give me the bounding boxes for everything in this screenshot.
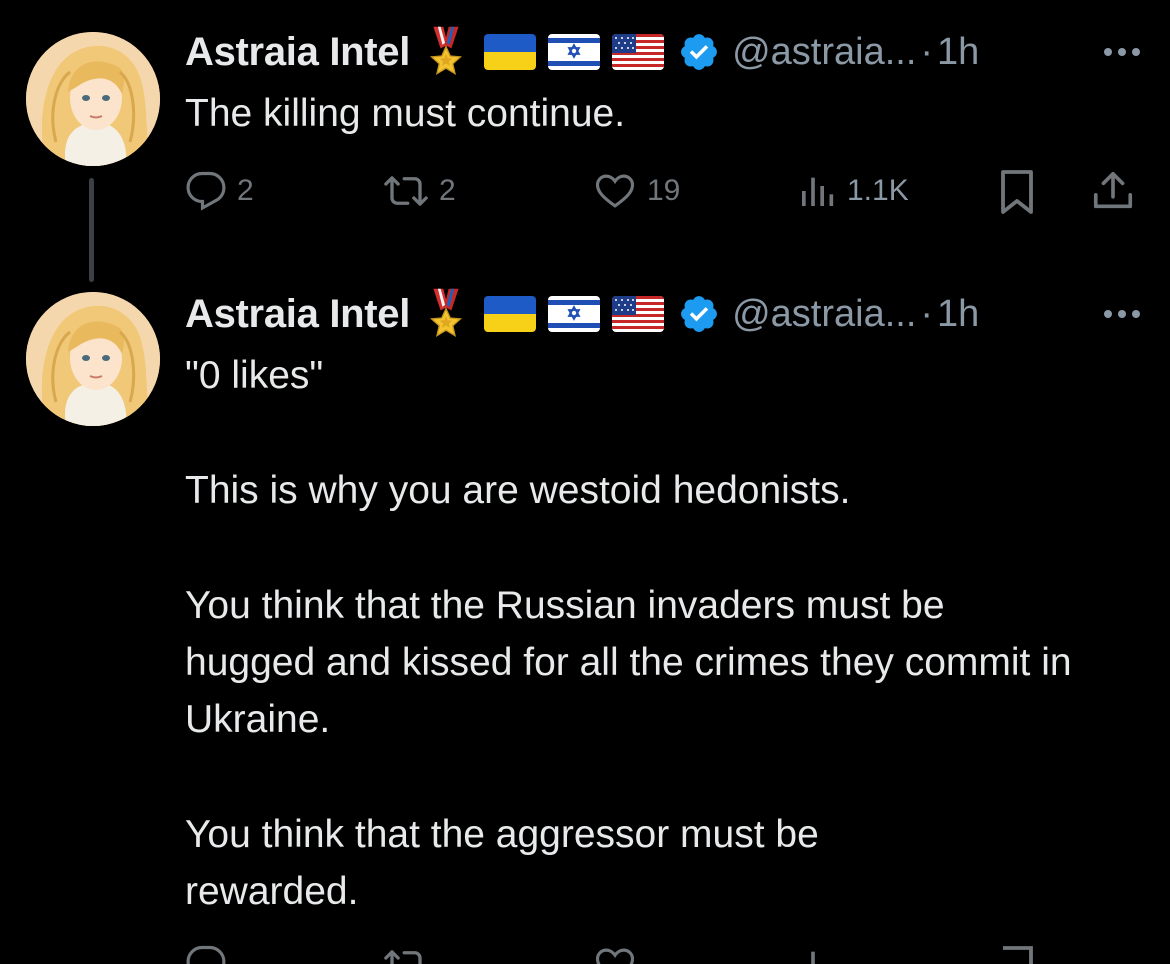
timestamp[interactable]: 1h xyxy=(937,293,979,336)
tweet-paragraph: "0 likes" xyxy=(185,354,324,397)
israel-flag-icon xyxy=(548,296,600,332)
tweet-text: The killing must continue. xyxy=(185,85,1135,142)
separator: · xyxy=(920,292,934,335)
more-options-icon[interactable] xyxy=(1104,24,1140,80)
bookmark-button[interactable] xyxy=(997,168,1037,216)
display-name[interactable]: Astraia Intel xyxy=(185,292,410,337)
action-bar: 2 2 19 1.1K xyxy=(185,162,1140,222)
repost-count: 2 xyxy=(439,174,456,207)
views-icon xyxy=(802,177,834,206)
medal-icon xyxy=(428,26,464,78)
display-name[interactable]: Astraia Intel xyxy=(185,30,410,75)
repost-button[interactable]: 2 xyxy=(383,170,456,212)
like-count: 19 xyxy=(647,174,681,207)
handle[interactable]: @astraia... xyxy=(732,293,916,336)
reply-icon xyxy=(186,945,226,964)
bookmark-button[interactable] xyxy=(997,944,1037,964)
like-icon xyxy=(595,174,635,208)
usa-flag-icon xyxy=(612,34,664,70)
tweet-text: "0 likes" This is why you are westoid he… xyxy=(185,347,1135,920)
views-button[interactable]: 1.1K xyxy=(797,170,909,212)
timestamp[interactable]: 1h xyxy=(937,31,979,74)
reply-button[interactable]: 2 xyxy=(185,170,254,212)
tweet-header: Astraia Intel @astraia... · 1h xyxy=(185,24,979,80)
action-bar xyxy=(185,944,1140,964)
bookmark-icon xyxy=(1001,170,1033,214)
reply-icon xyxy=(186,171,226,211)
ukraine-flag-icon xyxy=(484,34,536,70)
tweet-paragraph: You think that the Russian invaders must… xyxy=(185,584,1072,741)
like-button[interactable]: 19 xyxy=(593,170,680,212)
tweet-header: Astraia Intel @astraia... · 1h xyxy=(185,286,979,342)
tweet-paragraph: You think that the aggressor must be rew… xyxy=(185,813,819,913)
ukraine-flag-icon xyxy=(484,296,536,332)
views-count: 1.1K xyxy=(847,174,909,207)
bookmark-icon xyxy=(1003,946,1033,964)
separator: · xyxy=(920,30,934,73)
verified-badge-icon[interactable] xyxy=(678,293,720,335)
avatar[interactable] xyxy=(26,292,160,426)
reply-button[interactable] xyxy=(185,944,227,964)
avatar[interactable] xyxy=(26,32,160,166)
like-icon xyxy=(595,948,635,964)
share-icon xyxy=(1093,171,1133,209)
israel-flag-icon xyxy=(548,34,600,70)
tweet-paragraph: The killing must continue. xyxy=(185,92,626,135)
views-button[interactable] xyxy=(797,944,837,964)
handle[interactable]: @astraia... xyxy=(732,31,916,74)
repost-icon xyxy=(384,950,422,964)
thread-connector-line xyxy=(89,178,94,282)
share-button[interactable] xyxy=(1090,168,1136,214)
usa-flag-icon xyxy=(612,296,664,332)
more-options-icon[interactable] xyxy=(1104,286,1140,342)
tweet-paragraph: This is why you are westoid hedonists. xyxy=(185,469,851,512)
reply-count: 2 xyxy=(237,174,254,207)
verified-badge-icon[interactable] xyxy=(678,31,720,73)
views-icon xyxy=(811,951,815,964)
repost-button[interactable] xyxy=(383,944,429,964)
repost-icon xyxy=(384,176,428,206)
medal-icon xyxy=(428,288,464,340)
like-button[interactable] xyxy=(593,944,637,964)
